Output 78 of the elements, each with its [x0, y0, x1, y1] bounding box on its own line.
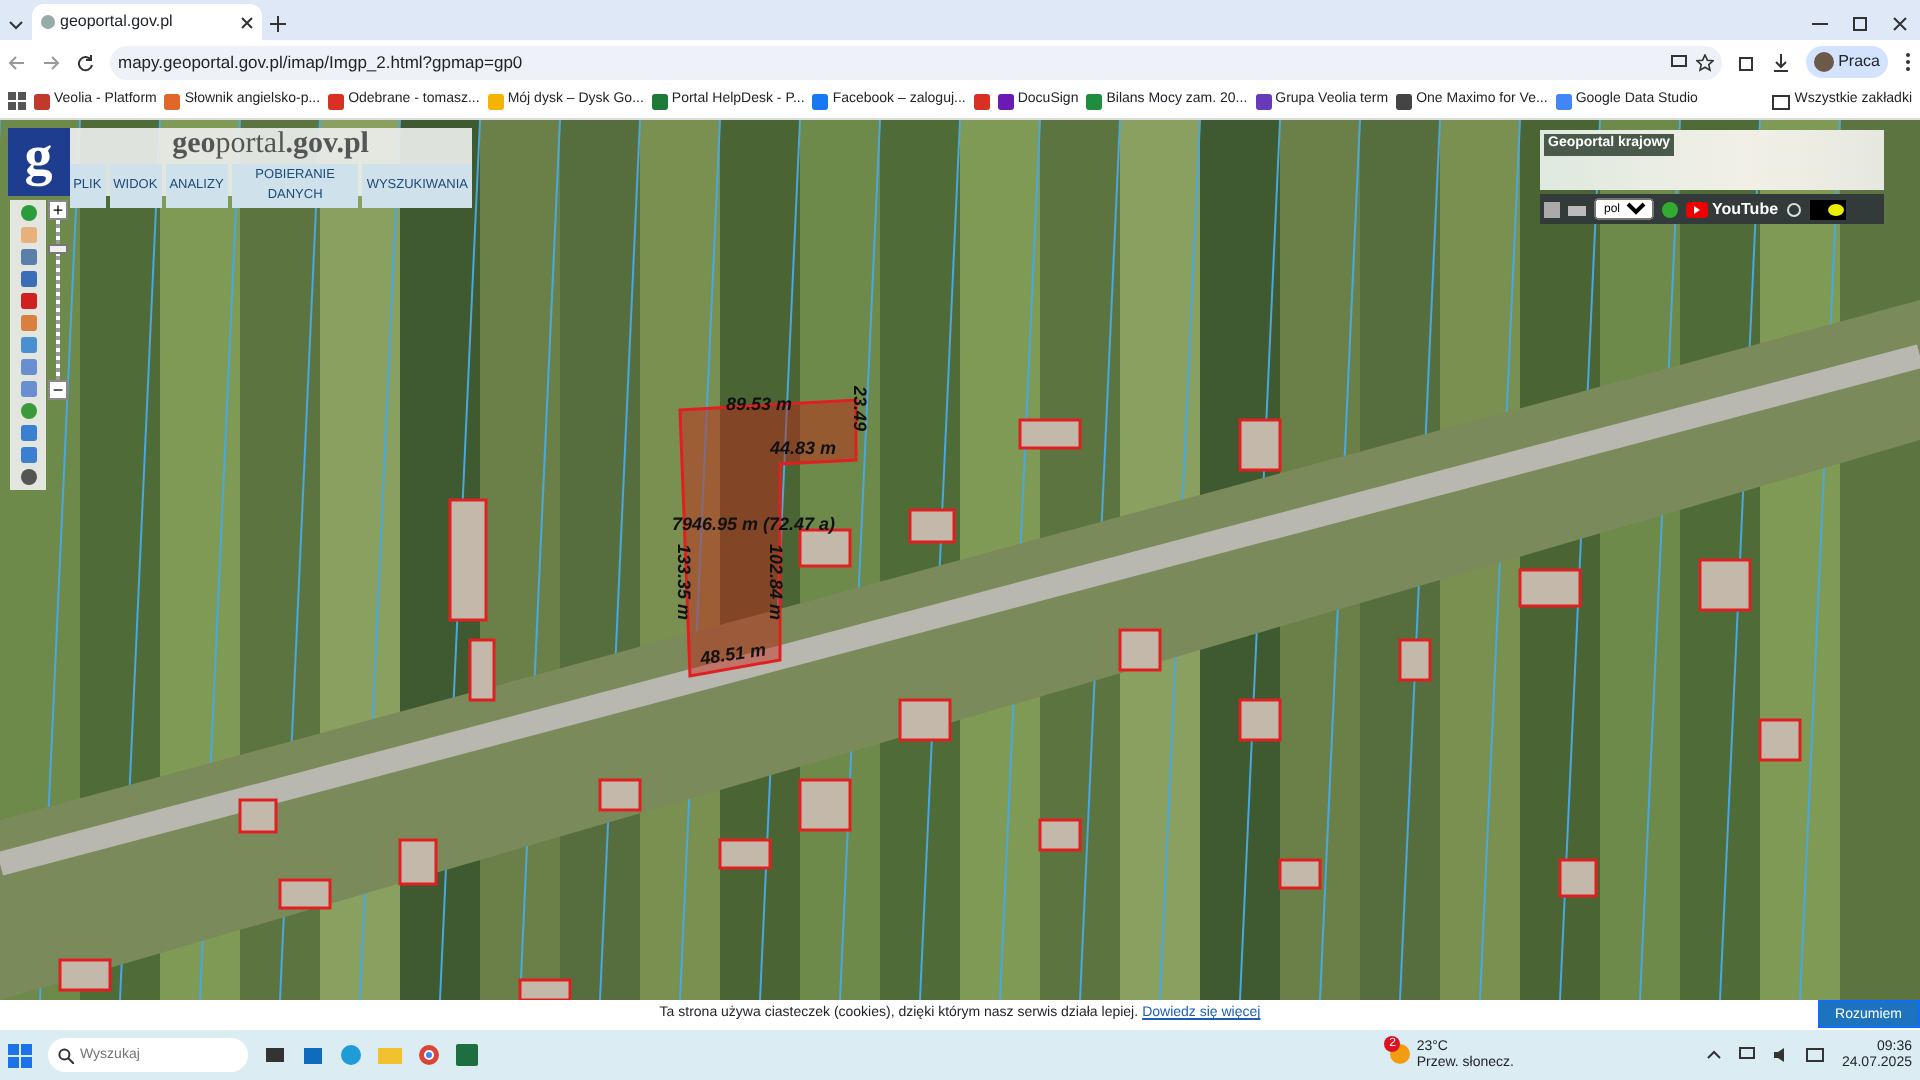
network-icon[interactable]	[1737, 1046, 1756, 1064]
building-outline	[1038, 818, 1082, 852]
start-icon[interactable]	[8, 1043, 32, 1067]
building-outline	[1518, 568, 1582, 608]
youtube-link[interactable]: YouTube	[1686, 197, 1779, 221]
zoom-in-icon[interactable]	[19, 358, 37, 376]
crosshair-icon[interactable]	[19, 468, 37, 486]
measurement-label: 48.51 m	[698, 639, 768, 669]
globe-icon[interactable]	[19, 402, 37, 420]
settings-icon[interactable]	[1786, 201, 1803, 217]
task-view-icon[interactable]	[264, 1044, 286, 1066]
building-outline	[1758, 718, 1802, 762]
forward-icon[interactable]	[42, 53, 60, 71]
building-outline	[798, 778, 852, 832]
download-icon[interactable]	[1772, 53, 1791, 71]
site-icon	[40, 14, 56, 30]
install-icon[interactable]	[1670, 53, 1689, 71]
folder-icon	[1772, 93, 1791, 109]
avatar-icon	[1814, 52, 1835, 72]
zoom-slider-thumb[interactable]	[48, 244, 68, 254]
bookmark-icon[interactable]	[973, 93, 990, 109]
building-outline	[468, 638, 496, 702]
building-outline	[238, 798, 278, 834]
legend-icon[interactable]	[1544, 201, 1560, 217]
building-outline	[1238, 418, 1282, 472]
help-icon[interactable]	[1662, 201, 1678, 217]
menu-icon[interactable]	[1904, 52, 1912, 72]
eye-icon[interactable]	[1810, 199, 1847, 219]
building-outline	[398, 838, 438, 886]
extensions-icon[interactable]	[1738, 53, 1757, 71]
zoom-in-button[interactable]: +	[48, 200, 68, 220]
building-outline	[718, 838, 772, 870]
building-outline	[1018, 418, 1082, 450]
close-icon[interactable]	[240, 15, 254, 29]
search-icon	[58, 1047, 74, 1063]
star-icon[interactable]	[1696, 53, 1715, 71]
reload-icon[interactable]	[76, 53, 94, 71]
address-bar[interactable]: mapy.geoportal.gov.pl/imap/Imgp_2.html?gpmap=gp0	[110, 45, 1723, 79]
site-title: geoportal.gov.pl	[172, 128, 369, 160]
building-outline	[1698, 558, 1752, 612]
arrow-left-icon[interactable]	[19, 424, 37, 442]
ruler-icon[interactable]	[19, 336, 37, 354]
building-outline	[58, 958, 112, 992]
building-outline	[1118, 628, 1162, 672]
print-icon[interactable]	[1568, 201, 1586, 217]
back-icon[interactable]	[8, 53, 26, 71]
building-outline	[1558, 858, 1598, 898]
tab-list-icon[interactable]	[8, 16, 24, 32]
zoom-out-icon[interactable]	[19, 380, 37, 398]
building-outline	[908, 508, 956, 544]
info-icon[interactable]	[19, 204, 37, 222]
chevron-up-icon[interactable]	[1705, 1047, 1722, 1063]
chrome-icon[interactable]	[418, 1044, 440, 1066]
browser-tab[interactable]: geoportal.gov.pl	[32, 4, 262, 40]
arrow-right-icon[interactable]	[19, 446, 37, 464]
profile-button[interactable]: Praca	[1806, 46, 1888, 78]
building-outline	[448, 498, 488, 622]
geoportal-logo[interactable]: g	[8, 128, 70, 196]
building-outline	[1278, 858, 1322, 890]
measurement-label: 23.49	[850, 386, 870, 432]
building-outline	[1238, 698, 1282, 742]
restore-icon[interactable]	[1852, 16, 1868, 32]
browser-icon[interactable]	[340, 1044, 362, 1066]
play-icon	[1686, 201, 1708, 217]
zoom-out-button[interactable]: −	[48, 380, 68, 400]
apps-icon[interactable]	[8, 92, 26, 110]
battery-icon[interactable]	[1805, 1048, 1826, 1062]
store-icon[interactable]	[302, 1044, 324, 1066]
building-outline	[598, 778, 642, 812]
building-outline	[278, 878, 332, 910]
calculator-icon[interactable]	[19, 248, 37, 266]
measurement-label: 102.84 m	[766, 544, 786, 621]
new-tab-icon[interactable]	[270, 16, 286, 32]
building-outline	[898, 698, 952, 742]
measurement-label: 133.35 m	[674, 544, 694, 621]
close-icon[interactable]	[1892, 16, 1908, 32]
building-outline	[1398, 638, 1432, 682]
speaker-icon[interactable]	[1771, 1046, 1790, 1064]
